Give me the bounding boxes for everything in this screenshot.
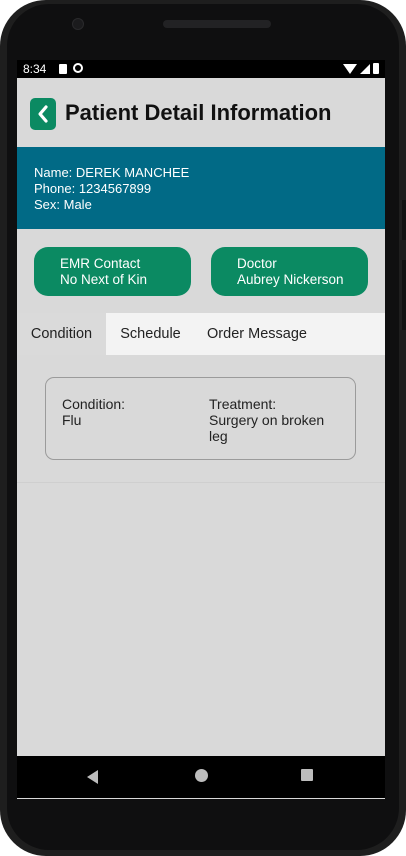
treatment-value-line2: leg — [209, 428, 228, 444]
doctor-button[interactable]: Doctor Aubrey Nickerson — [211, 247, 368, 296]
square-recents-icon[interactable] — [301, 769, 313, 781]
patient-phone: Phone: 1234567899 — [34, 181, 152, 196]
tab-bar: Condition Schedule Order Message — [17, 313, 385, 355]
patient-info-panel: Name: DEREK MANCHEE Phone: 1234567899 Se… — [17, 147, 385, 229]
doctor-name: Aubrey Nickerson — [237, 272, 344, 287]
android-nav-bar — [17, 756, 385, 798]
side-button — [402, 200, 406, 240]
triangle-back-icon[interactable] — [87, 770, 98, 784]
chevron-left-icon — [38, 105, 48, 123]
earpiece-speaker — [163, 20, 271, 28]
page-title: Patient Detail Information — [65, 100, 332, 125]
emr-contact-value: No Next of Kin — [60, 272, 148, 287]
emr-contact-button[interactable]: EMR Contact No Next of Kin — [34, 247, 191, 296]
status-time: 8:34 — [23, 62, 47, 76]
tab-order-message[interactable]: Order Message — [195, 313, 319, 355]
battery-icon — [373, 63, 379, 74]
tab-condition[interactable]: Condition — [17, 313, 106, 355]
patient-name: Name: DEREK MANCHEE — [34, 165, 190, 180]
volume-button — [402, 260, 406, 330]
app-screen: 8:34 Patient Detail Information Name: DE… — [17, 60, 385, 799]
tab-schedule[interactable]: Schedule — [106, 313, 195, 355]
content-divider — [17, 482, 385, 483]
status-bar: 8:34 — [17, 60, 385, 78]
wifi-icon — [343, 63, 357, 74]
status-indicators — [343, 63, 379, 74]
condition-label: Condition: — [62, 396, 126, 412]
page-header: Patient Detail Information — [17, 78, 385, 147]
front-camera — [72, 18, 84, 30]
patient-sex: Sex: Male — [34, 197, 92, 212]
doctor-label: Doctor — [237, 256, 277, 271]
sync-icon — [73, 63, 83, 73]
treatment-value-line1: Surgery on broken — [209, 412, 325, 428]
back-button[interactable] — [30, 98, 56, 130]
condition-card: Condition: Flu Treatment: Surgery on bro… — [45, 377, 356, 460]
phone-frame: 8:34 Patient Detail Information Name: DE… — [0, 0, 406, 856]
emr-contact-label: EMR Contact — [60, 256, 141, 271]
treatment-label: Treatment: — [209, 396, 277, 412]
condition-value: Flu — [62, 412, 82, 428]
sd-card-icon — [59, 64, 67, 74]
signal-icon — [360, 63, 370, 74]
circle-home-icon[interactable] — [195, 769, 208, 782]
